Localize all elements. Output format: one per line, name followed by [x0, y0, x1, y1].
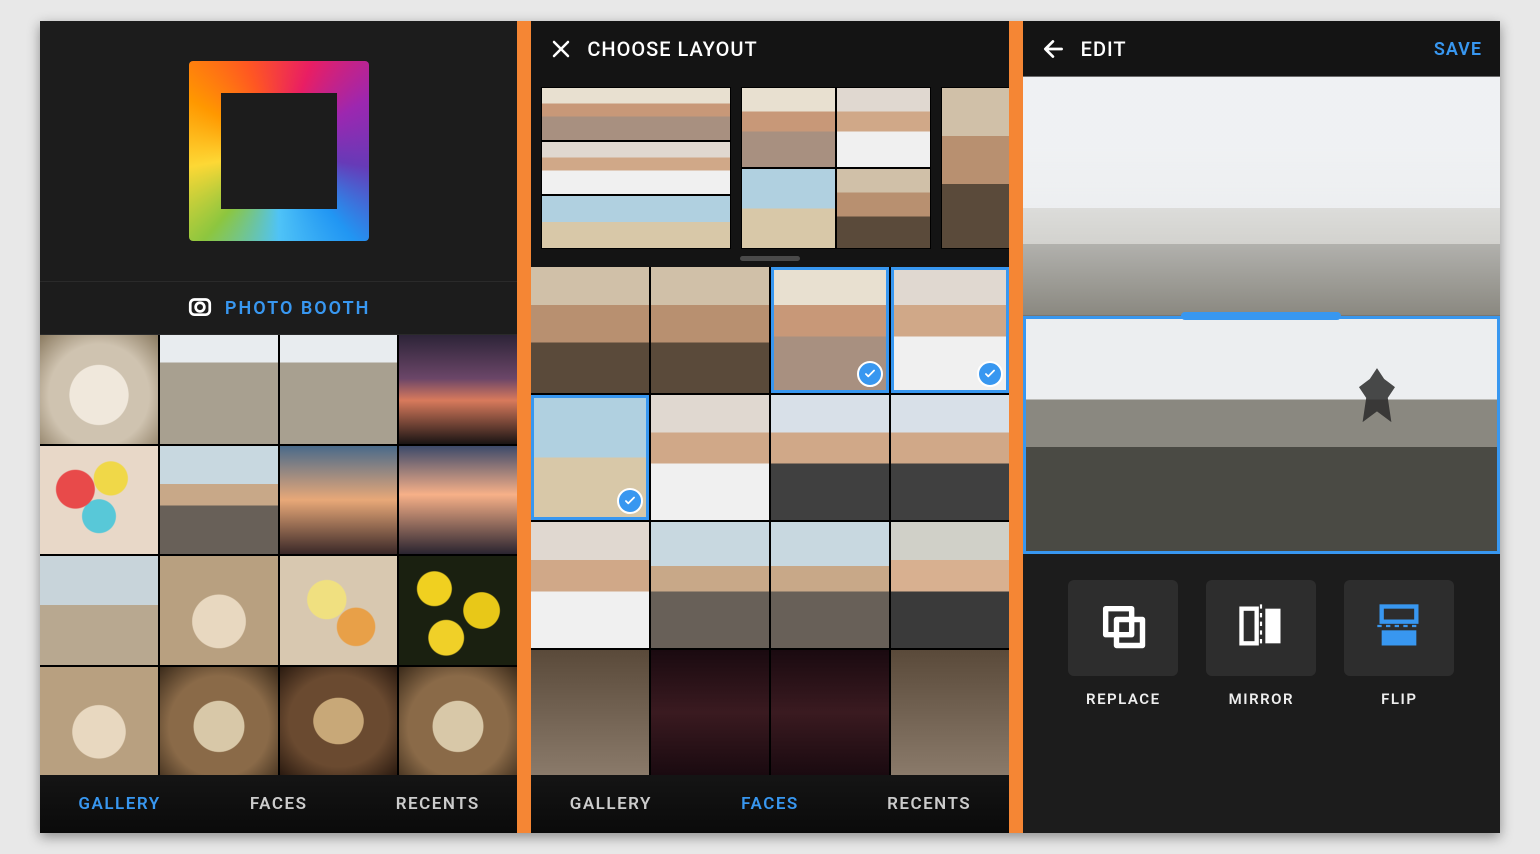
flip-icon	[1373, 600, 1425, 656]
mirror-tool[interactable]: MIRROR	[1206, 580, 1316, 708]
photo-booth-button[interactable]: PHOTO BOOTH	[40, 281, 517, 335]
face-thumb[interactable]	[771, 395, 889, 521]
replace-icon	[1097, 600, 1149, 656]
face-thumb[interactable]	[891, 522, 1009, 648]
camera-icon	[187, 293, 213, 324]
face-thumb[interactable]	[531, 522, 649, 648]
face-thumb[interactable]	[771, 267, 889, 393]
tab-recents[interactable]: RECENTS	[358, 775, 517, 833]
gallery-thumb[interactable]	[160, 335, 278, 444]
gallery-thumb[interactable]	[160, 667, 278, 776]
collage-pane-bottom[interactable]	[1023, 316, 1500, 555]
gallery-thumb[interactable]	[399, 335, 517, 444]
gallery-thumb[interactable]	[40, 335, 158, 444]
gallery-grid	[40, 335, 517, 775]
mirror-label: MIRROR	[1229, 690, 1294, 708]
source-tabs: GALLERY FACES RECENTS	[40, 775, 517, 833]
screen-edit: EDIT SAVE REPLACE	[1023, 21, 1500, 833]
face-thumb[interactable]	[651, 267, 769, 393]
flip-tool[interactable]: FLIP	[1344, 580, 1454, 708]
screen-divider	[1009, 21, 1023, 833]
gallery-thumb[interactable]	[399, 556, 517, 665]
gallery-thumb[interactable]	[280, 667, 398, 776]
gallery-thumb[interactable]	[160, 446, 278, 555]
header-title: EDIT	[1081, 37, 1434, 61]
layout-app-logo	[189, 61, 369, 241]
replace-tool[interactable]: REPLACE	[1068, 580, 1178, 708]
gallery-thumb[interactable]	[40, 556, 158, 665]
mirror-icon	[1235, 600, 1287, 656]
gallery-thumb[interactable]	[160, 556, 278, 665]
selected-check-icon	[857, 361, 883, 387]
face-thumb[interactable]	[651, 395, 769, 521]
photo-booth-label: PHOTO BOOTH	[225, 298, 370, 319]
layout-option-3rows[interactable]	[541, 87, 731, 249]
tab-recents[interactable]: RECENTS	[850, 775, 1009, 833]
tab-faces[interactable]: FACES	[690, 775, 849, 833]
gallery-thumb[interactable]	[40, 667, 158, 776]
face-thumb[interactable]	[771, 522, 889, 648]
flip-label: FLIP	[1381, 690, 1417, 708]
screen-home: PHOTO BOOTH GALLERY FACES RECENTS	[40, 21, 517, 833]
gallery-thumb[interactable]	[399, 667, 517, 776]
face-thumb[interactable]	[531, 650, 649, 776]
face-thumb[interactable]	[651, 650, 769, 776]
face-thumb[interactable]	[891, 395, 1009, 521]
back-arrow-icon[interactable]	[1041, 36, 1067, 62]
screen-divider	[517, 21, 531, 833]
face-thumb[interactable]	[891, 650, 1009, 776]
layout-options-strip[interactable]	[531, 77, 1008, 267]
collage-canvas[interactable]	[1023, 77, 1500, 554]
gallery-thumb[interactable]	[40, 446, 158, 555]
face-thumb[interactable]	[531, 267, 649, 393]
gallery-thumb[interactable]	[280, 335, 398, 444]
tab-gallery[interactable]: GALLERY	[531, 775, 690, 833]
gallery-thumb[interactable]	[399, 446, 517, 555]
source-tabs: GALLERY FACES RECENTS	[531, 775, 1008, 833]
save-button[interactable]: SAVE	[1434, 39, 1482, 60]
close-icon[interactable]	[549, 37, 573, 61]
choose-layout-header: CHOOSE LAYOUT	[531, 21, 1008, 77]
selected-check-icon	[617, 488, 643, 514]
screen-choose-layout: CHOOSE LAYOUT	[531, 21, 1008, 833]
three-screen-showcase: PHOTO BOOTH GALLERY FACES RECENTS	[40, 21, 1500, 833]
collage-canvas-area: REPLACE MIRROR FLI	[1023, 77, 1500, 833]
tab-faces[interactable]: FACES	[199, 775, 358, 833]
gallery-thumb[interactable]	[280, 446, 398, 555]
replace-label: REPLACE	[1086, 690, 1161, 708]
face-thumb[interactable]	[651, 522, 769, 648]
tab-gallery[interactable]: GALLERY	[40, 775, 199, 833]
edit-tools-row: REPLACE MIRROR FLI	[1023, 554, 1500, 720]
layout-option-1col[interactable]	[941, 87, 1008, 249]
face-thumb[interactable]	[771, 650, 889, 776]
selected-check-icon	[977, 361, 1003, 387]
app-logo-area	[40, 21, 517, 281]
pane-resize-handle[interactable]	[1181, 312, 1341, 320]
face-thumb[interactable]	[531, 395, 649, 521]
header-title: CHOOSE LAYOUT	[587, 37, 990, 61]
layout-option-2x2[interactable]	[741, 87, 931, 249]
edit-header: EDIT SAVE	[1023, 21, 1500, 77]
faces-grid	[531, 267, 1008, 775]
collage-pane-top[interactable]	[1023, 77, 1500, 316]
face-thumb[interactable]	[891, 267, 1009, 393]
gallery-thumb[interactable]	[280, 556, 398, 665]
